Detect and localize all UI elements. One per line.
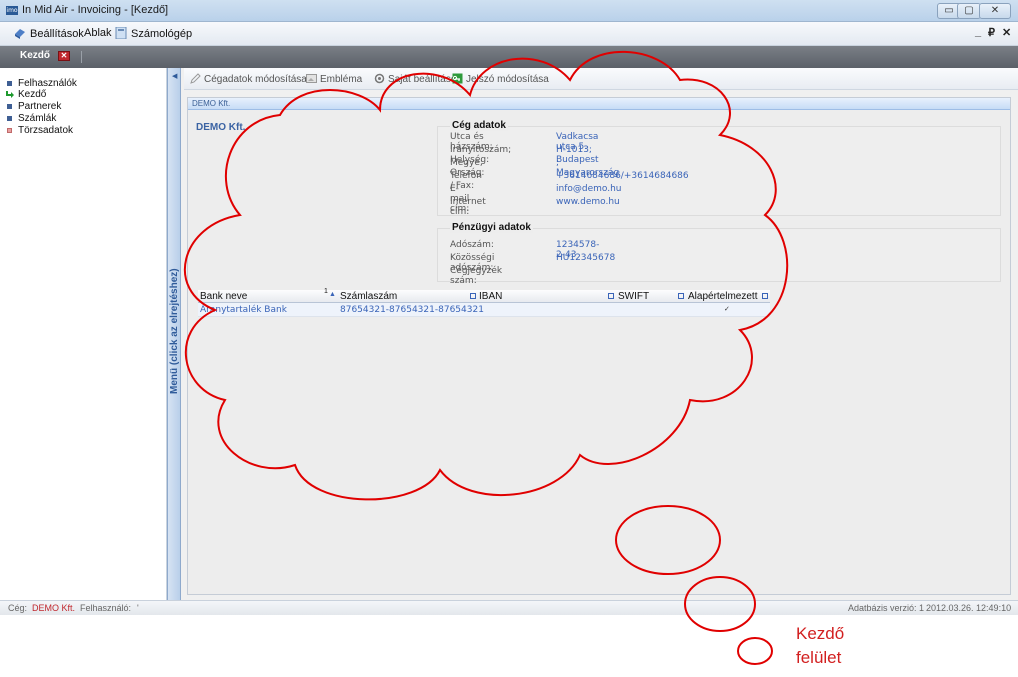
field-label: Cégjegyzék szám:	[450, 266, 503, 286]
cloud-bubble-small	[737, 637, 773, 665]
menu-collapse-bar[interactable]: ◀ Menü (click az elrejtéshez)	[167, 68, 181, 600]
menu-settings[interactable]: Beállítások	[14, 27, 84, 40]
master-data-icon	[7, 128, 12, 133]
website-link[interactable]: www.demo.hu	[556, 197, 620, 207]
cell-bank-name: Aranytartalék Bank	[200, 305, 287, 315]
close-button[interactable]: ✕	[979, 3, 1011, 19]
sidebar-item-users[interactable]: Felhasználók	[7, 78, 77, 89]
sort-asc-icon: ▲	[329, 291, 336, 298]
status-datetime: 2012.03.26. 12:49:10	[926, 603, 1012, 613]
pencil-icon	[190, 73, 201, 84]
maximize-button[interactable]: ▢	[957, 3, 981, 19]
annotation-line-2: felület	[796, 648, 842, 667]
column-default[interactable]: Alapértelmezett	[688, 291, 757, 302]
field-value: +3614684686/+3614684686	[556, 171, 689, 181]
logo-button[interactable]: Embléma	[306, 73, 362, 85]
change-password-label: Jelszó módosítása	[466, 74, 549, 85]
bank-accounts-grid: Bank neve 1 ▲ Számlaszám IBAN SWIFT Alap…	[198, 288, 770, 318]
status-company-label: Cég:	[8, 603, 28, 613]
finance-data-group: Pénzügyi adatok Adószám: 1234578-2-43 Köz…	[437, 222, 1001, 286]
mdi-minimize-button[interactable]: _	[975, 26, 981, 38]
menu-bar: Beállítások Ablak Számológép _ ₽ ✕	[0, 22, 1018, 46]
calculator-icon	[115, 27, 127, 39]
toolbar: Cégadatok módosítása Embléma Saját beáll…	[184, 68, 1018, 90]
grid-header: Bank neve 1 ▲ Számlaszám IBAN SWIFT Alap…	[198, 288, 770, 303]
tab-separator	[81, 51, 82, 63]
field-label: Adószám:	[450, 240, 494, 250]
column-filter-icon[interactable]	[678, 293, 684, 299]
logo-label: Embléma	[320, 74, 363, 85]
own-settings-label: Saját beállítások	[388, 74, 462, 85]
window-title: In Mid Air - Invoicing - [Kezdő]	[22, 4, 169, 16]
title-bar: imo In Mid Air - Invoicing - [Kezdő] ▭ ▢…	[0, 0, 1018, 22]
change-password-button[interactable]: Jelszó módosítása	[452, 73, 549, 85]
company-data-title: Cég adatok	[450, 120, 508, 131]
app-window: imo In Mid Air - Invoicing - [Kezdő] ▭ ▢…	[0, 0, 1018, 615]
sidebar-item-label: Törzsadatok	[18, 125, 74, 136]
column-filter-icon[interactable]	[470, 293, 476, 299]
tools-icon	[374, 73, 385, 84]
sidebar-item-label: Partnerek	[18, 101, 62, 112]
field-value: HU12345678	[556, 253, 616, 263]
main-content: DEMO Kft. DEMO Kft. Cég adatok Utca és h…	[184, 90, 1018, 600]
sidebar-item-label: Felhasználók	[18, 78, 77, 89]
sidebar-item-label: Számlák	[18, 113, 57, 124]
partners-icon	[7, 104, 12, 109]
status-db-version: Adatbázis verzió: 1	[848, 603, 925, 613]
company-data-group: Cég adatok Utca és házszám: Vadkacsa utca…	[437, 120, 1001, 217]
column-filter-icon[interactable]	[762, 293, 768, 299]
default-checkbox-icon[interactable]: ✓	[724, 305, 730, 313]
annotation-caption: Kezdő felület	[796, 622, 844, 670]
image-icon	[306, 74, 317, 83]
tab-kezdo[interactable]: Kezdő	[20, 50, 50, 61]
key-icon	[452, 73, 463, 84]
sidebar: Felhasználók Kezdő Partnerek Számlák Tör…	[0, 68, 167, 600]
column-account-number[interactable]: Számlaszám	[340, 291, 397, 302]
menu-calculator[interactable]: Számológép	[115, 27, 192, 40]
edit-company-button[interactable]: Cégadatok módosítása	[190, 73, 307, 85]
cell-account-number: 87654321-87654321-87654321	[340, 305, 484, 315]
status-company-value: DEMO Kft.	[32, 603, 76, 613]
settings-icon	[15, 29, 25, 39]
table-row[interactable]: Aranytartalék Bank 87654321-87654321-876…	[198, 303, 770, 317]
menu-collapse-label: Menü (click az elrejtéshez)	[169, 268, 180, 394]
collapse-arrow-icon: ◀	[172, 73, 178, 80]
mdi-close-button[interactable]: ✕	[1002, 26, 1011, 39]
field-label: Internet cím:	[450, 197, 486, 217]
column-bank-name[interactable]: Bank neve	[200, 291, 247, 302]
menu-window[interactable]: Ablak	[84, 27, 112, 39]
app-icon: imo	[6, 6, 18, 15]
status-bar: Cég: DEMO Kft. Felhasználó: ' Adatbázis …	[0, 600, 1018, 615]
edit-company-label: Cégadatok módosítása	[204, 74, 307, 85]
panel-header: DEMO Kft.	[188, 98, 1010, 110]
home-arrow-icon	[6, 91, 14, 98]
tab-close-button[interactable]: ✕	[58, 51, 70, 61]
status-user-label: Felhasználó:	[80, 603, 132, 613]
invoices-icon	[7, 116, 12, 121]
menu-calculator-label: Számológép	[131, 28, 193, 40]
column-iban[interactable]: IBAN	[479, 291, 502, 302]
company-name: DEMO Kft.	[196, 122, 246, 133]
annotation-line-1: Kezdő	[796, 624, 845, 643]
email-link[interactable]: info@demo.hu	[556, 184, 622, 194]
company-panel: DEMO Kft. DEMO Kft. Cég adatok Utca és h…	[187, 97, 1011, 595]
sidebar-item-label: Kezdő	[18, 89, 47, 100]
sidebar-item-partners[interactable]: Partnerek	[7, 101, 62, 112]
sidebar-item-master-data[interactable]: Törzsadatok	[7, 125, 74, 136]
column-filter-icon[interactable]	[608, 293, 614, 299]
mdi-restore-button[interactable]: ₽	[988, 26, 995, 39]
sort-indicator: 1	[324, 288, 328, 295]
own-settings-button[interactable]: Saját beállítások	[374, 73, 461, 85]
sidebar-item-invoices[interactable]: Számlák	[7, 113, 57, 124]
menu-settings-label: Beállítások	[30, 28, 84, 40]
users-icon	[7, 81, 12, 86]
finance-data-title: Pénzügyi adatok	[450, 222, 533, 233]
status-user-value: '	[137, 603, 139, 613]
tab-bar: Kezdő ✕	[0, 46, 1018, 68]
column-swift[interactable]: SWIFT	[618, 291, 649, 302]
sidebar-item-home[interactable]: Kezdő	[6, 89, 47, 100]
